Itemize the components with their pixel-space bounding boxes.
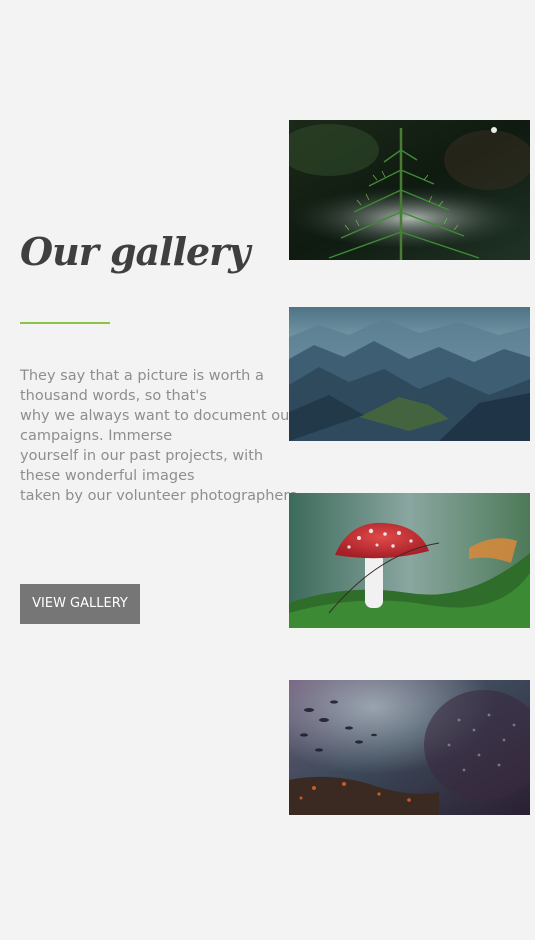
pine-sapling-photo[interactable] xyxy=(289,120,530,260)
gallery-description: They say that a picture is worth a thous… xyxy=(20,366,302,506)
description-line: campaigns. Immerse xyxy=(20,428,173,444)
misty-mountains-image xyxy=(289,307,530,441)
red-mushroom-image xyxy=(289,493,530,628)
underwater-fish-school-photo[interactable] xyxy=(289,680,530,815)
pine-sapling-image xyxy=(289,120,530,260)
view-gallery-button[interactable]: VIEW GALLERY xyxy=(20,584,140,624)
description-line: these wonderful images xyxy=(20,468,195,484)
description-line: yourself in our past projects, with xyxy=(20,448,264,464)
misty-mountains-photo[interactable] xyxy=(289,307,530,441)
description-line: taken by our volunteer photographers. xyxy=(20,488,302,504)
gallery-title: Our gallery xyxy=(20,229,250,274)
underwater-fish-school-image xyxy=(289,680,530,815)
description-line: They say that a picture is worth a xyxy=(20,368,264,384)
title-divider xyxy=(20,322,110,324)
description-line: why we always want to document our xyxy=(20,408,296,424)
red-mushroom-photo[interactable] xyxy=(289,493,530,628)
description-line: thousand words, so that's xyxy=(20,388,207,404)
